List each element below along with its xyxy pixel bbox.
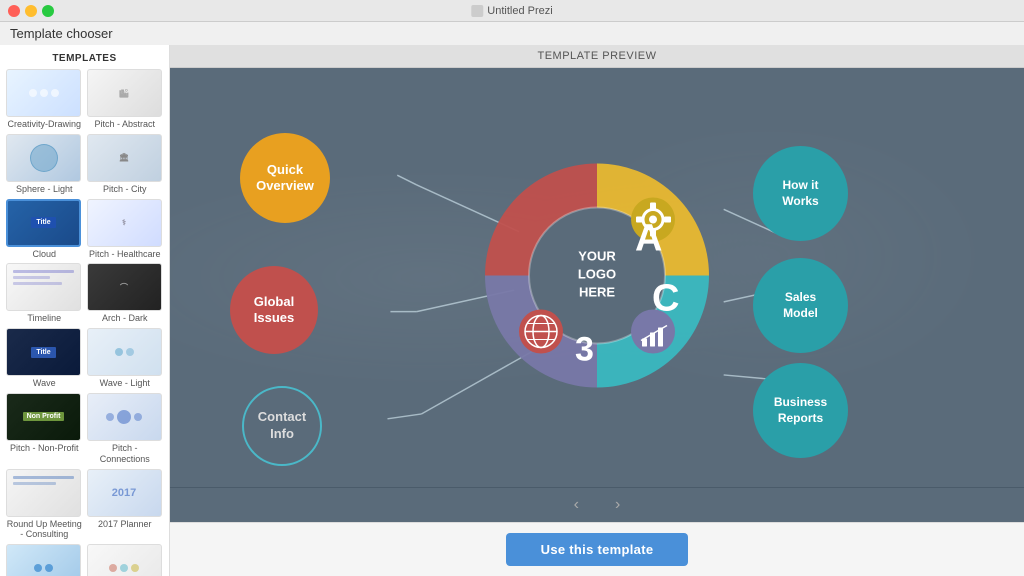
svg-text:LOGO: LOGO <box>578 266 616 281</box>
template-label-sphere-light: Sphere - Light <box>6 184 83 195</box>
template-sphere-linear[interactable]: Sphere Linear - Light <box>87 544 164 576</box>
template-thumb-pitch-healthcare: ⚕ <box>87 199 162 247</box>
window-title: Untitled Prezi <box>471 5 552 17</box>
sidebar: TEMPLATES Creativity-Drawing <box>0 45 170 576</box>
template-thumb-creativity <box>6 69 81 117</box>
bubble-sales-model[interactable]: SalesModel <box>753 258 848 353</box>
template-label-pitch-healthcare: Pitch - Healthcare <box>87 249 164 260</box>
nav-arrows: ‹ › <box>170 487 1024 522</box>
template-thumb-planner: 2017 <box>87 469 162 517</box>
traffic-lights <box>8 5 54 17</box>
svg-text:A: A <box>635 217 662 259</box>
preview-header: TEMPLATE PREVIEW <box>170 45 1024 68</box>
templates-grid: Creativity-Drawing 🏙 Pitch - Abstract Sp… <box>0 69 169 576</box>
prev-arrow[interactable]: ‹ <box>566 494 587 516</box>
template-thumb-arch-dark: ⌒ <box>87 263 162 311</box>
bubble-contact-info[interactable]: ContactInfo <box>242 386 322 466</box>
template-label-planner: 2017 Planner <box>87 519 164 530</box>
use-template-button[interactable]: Use this template <box>506 533 689 566</box>
bottom-bar: Use this template <box>170 522 1024 576</box>
template-thumb-roundup <box>6 469 81 517</box>
template-label-creativity: Creativity-Drawing <box>6 119 83 130</box>
template-connections[interactable]: Pitch - Connections <box>87 393 164 465</box>
template-label-timeline: Timeline <box>6 313 83 324</box>
pie-chart-container: A C 3 YOUR LOGO HERE <box>457 135 737 420</box>
template-label-pitch-abstract: Pitch - Abstract <box>87 119 164 130</box>
preview-area: A C 3 YOUR LOGO HERE QuickOverview Globa… <box>170 68 1024 487</box>
template-pitch-city[interactable]: 🏛 Pitch - City <box>87 134 164 195</box>
template-thumb-sphere-light <box>6 134 81 182</box>
bubble-business-reports[interactable]: BusinessReports <box>753 363 848 458</box>
template-thumb-pitch-city: 🏛 <box>87 134 162 182</box>
app-title: Template chooser <box>0 22 1024 45</box>
template-label-arch-dark: Arch - Dark <box>87 313 164 324</box>
templates-section-label: TEMPLATES <box>0 45 169 69</box>
pie-chart-svg: A C 3 YOUR LOGO HERE <box>457 135 737 415</box>
template-wave[interactable]: Title Wave <box>6 328 83 389</box>
template-label-pitch-city: Pitch - City <box>87 184 164 195</box>
prezi-icon <box>471 5 483 17</box>
template-thumb-connections <box>87 393 162 441</box>
template-label-cloud: Cloud <box>6 249 83 260</box>
template-cloud[interactable]: Title Cloud <box>6 199 83 260</box>
svg-text:HERE: HERE <box>579 284 615 299</box>
bubble-global-issues[interactable]: GlobalIssues <box>230 266 318 354</box>
template-thumb-sphere-linear <box>87 544 162 576</box>
app-container: TEMPLATES Creativity-Drawing <box>0 45 1024 576</box>
template-thumb-cloud: Title <box>6 199 81 247</box>
template-nonprofit[interactable]: Non Profit Pitch - Non-Profit <box>6 393 83 465</box>
close-button[interactable] <box>8 5 20 17</box>
template-around[interactable]: Around a Topic <box>6 544 83 576</box>
template-label-connections: Pitch - Connections <box>87 443 164 465</box>
template-thumb-nonprofit: Non Profit <box>6 393 81 441</box>
template-label-wave-light: Wave - Light <box>87 378 164 389</box>
template-label-roundup: Round Up Meeting - Consulting <box>6 519 83 541</box>
main-content: TEMPLATE PREVIEW <box>170 45 1024 576</box>
minimize-button[interactable] <box>25 5 37 17</box>
template-sphere-light[interactable]: Sphere - Light <box>6 134 83 195</box>
svg-text:3: 3 <box>575 330 594 368</box>
template-thumb-wave-light <box>87 328 162 376</box>
template-pitch-abstract[interactable]: 🏙 Pitch - Abstract <box>87 69 164 130</box>
bubble-how-it-works[interactable]: How itWorks <box>753 146 848 241</box>
template-thumb-pitch-abstract: 🏙 <box>87 69 162 117</box>
template-thumb-timeline <box>6 263 81 311</box>
template-label-wave: Wave <box>6 378 83 389</box>
svg-text:C: C <box>652 277 679 319</box>
template-planner[interactable]: 2017 2017 Planner <box>87 469 164 541</box>
template-thumb-around <box>6 544 81 576</box>
template-pitch-healthcare[interactable]: ⚕ Pitch - Healthcare <box>87 199 164 260</box>
template-creativity[interactable]: Creativity-Drawing <box>6 69 83 130</box>
template-thumb-wave: Title <box>6 328 81 376</box>
template-wave-light[interactable]: Wave - Light <box>87 328 164 389</box>
template-roundup[interactable]: Round Up Meeting - Consulting <box>6 469 83 541</box>
template-arch-dark[interactable]: ⌒ Arch - Dark <box>87 263 164 324</box>
template-timeline[interactable]: Timeline <box>6 263 83 324</box>
svg-text:YOUR: YOUR <box>578 248 616 263</box>
bubble-quick-overview[interactable]: QuickOverview <box>240 133 330 223</box>
next-arrow[interactable]: › <box>607 494 628 516</box>
maximize-button[interactable] <box>42 5 54 17</box>
template-label-nonprofit: Pitch - Non-Profit <box>6 443 83 454</box>
title-bar: Untitled Prezi <box>0 0 1024 22</box>
